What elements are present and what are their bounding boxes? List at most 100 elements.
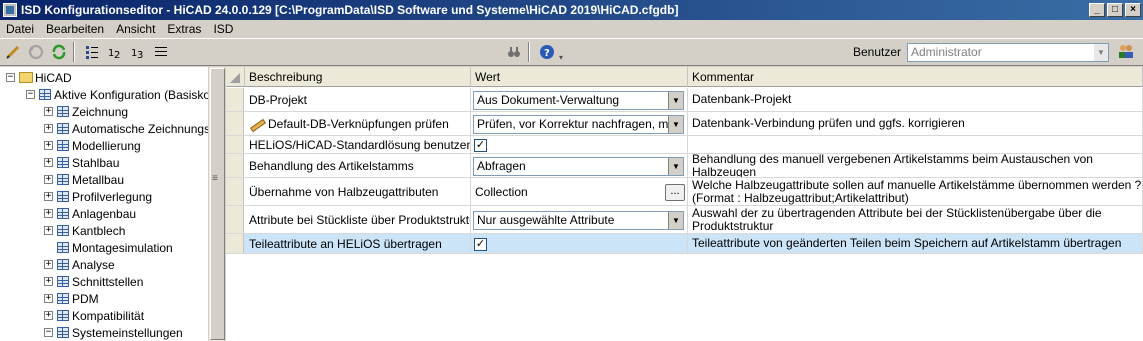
collapse-icon[interactable]: − xyxy=(6,73,15,82)
toolbar-overflow-icon[interactable]: ▾ xyxy=(559,42,565,62)
grid-row[interactable]: Attribute bei Stückliste über Produktstr… xyxy=(226,206,1143,234)
value-dropdown[interactable]: Prüfen, vor Korrektur nachfragen, mit l ▼ xyxy=(473,114,684,134)
tree-item[interactable]: + Zeichnung xyxy=(44,103,128,120)
expand-icon[interactable]: + xyxy=(44,124,53,133)
row-header[interactable] xyxy=(226,112,244,135)
chevron-down-icon[interactable]: ▼ xyxy=(668,115,683,133)
tree-item[interactable]: + Analyse xyxy=(44,256,115,273)
value-checkbox[interactable]: ✓ xyxy=(474,138,487,152)
cell-kommentar: Datenbank-Verbindung prüfen und ggfs. ko… xyxy=(688,112,1143,135)
cell-kommentar: Datenbank-Projekt xyxy=(688,88,1143,111)
expand-icon[interactable]: + xyxy=(44,192,53,201)
tree-item[interactable]: + Anlagenbau xyxy=(44,205,136,222)
expand-icon[interactable]: + xyxy=(44,175,53,184)
user-select-value: Administrator xyxy=(911,45,982,59)
users-button[interactable] xyxy=(1115,42,1137,62)
tree-view-2-button[interactable]: 12 xyxy=(105,42,125,62)
row-header[interactable] xyxy=(226,178,244,205)
expand-icon[interactable]: + xyxy=(44,294,53,303)
maximize-button[interactable]: □ xyxy=(1107,3,1123,17)
tree-item[interactable]: + PDM xyxy=(44,290,99,307)
tree-item[interactable]: − Systemeinstellungen xyxy=(44,324,183,341)
close-button[interactable]: × xyxy=(1125,3,1141,17)
chevron-down-icon[interactable]: ▼ xyxy=(668,157,683,175)
menu-extras[interactable]: Extras xyxy=(161,22,207,36)
tree-view-3-button[interactable]: 13 xyxy=(128,42,148,62)
cell-wert[interactable]: Aus Dokument-Verwaltung ▼ xyxy=(471,88,688,111)
cell-beschreibung: Attribute bei Stückliste über Produktstr… xyxy=(245,206,471,233)
edit-pencil-button[interactable] xyxy=(3,42,23,62)
tree-item[interactable]: + Modellierung xyxy=(44,137,141,154)
tree-item[interactable]: + Kantblech xyxy=(44,222,125,239)
expand-icon[interactable]: + xyxy=(44,260,53,269)
expand-icon[interactable]: + xyxy=(44,311,53,320)
cell-beschreibung: Behandlung des Artikelstamms xyxy=(245,154,471,177)
cell-wert[interactable]: ✓ xyxy=(471,234,688,253)
grid-row[interactable]: Teileattribute an HELiOS übertragen ✓ Teil… xyxy=(226,234,1143,254)
menu-isd[interactable]: ISD xyxy=(207,22,239,36)
expand-icon[interactable]: + xyxy=(44,226,53,235)
expand-icon[interactable]: + xyxy=(44,107,53,116)
cell-wert[interactable]: ✓ xyxy=(471,136,688,153)
refresh-icon xyxy=(52,44,66,60)
tree-item[interactable]: − HiCAD xyxy=(6,69,72,86)
config-tree[interactable]: − HiCAD − Aktive Konfiguration (Basiskonf + Z… xyxy=(0,67,208,341)
tree-view-1-button[interactable] xyxy=(82,42,102,62)
collapse-icon[interactable]: − xyxy=(44,328,53,337)
find-button[interactable] xyxy=(504,42,524,62)
tree-item[interactable]: Montagesimulation xyxy=(44,239,173,256)
undo-button[interactable] xyxy=(26,42,46,62)
chevron-down-icon[interactable]: ▼ xyxy=(1094,43,1108,61)
tree-item[interactable]: + Profilverlegung xyxy=(44,188,152,205)
tree-view-4-button[interactable] xyxy=(151,42,171,62)
column-header-kommentar[interactable]: Kommentar xyxy=(688,67,1143,87)
tree-item[interactable]: + Automatische Zeichnungsal xyxy=(44,120,208,137)
tree-scrollbar[interactable]: ≡ xyxy=(208,67,225,341)
value-dropdown[interactable]: Abfragen ▼ xyxy=(473,156,684,176)
grid-row[interactable]: DB-Projekt Aus Dokument-Verwaltung ▼ Datenb… xyxy=(226,88,1143,112)
tree-item[interactable]: + Stahlbau xyxy=(44,154,119,171)
collapse-icon[interactable]: − xyxy=(26,90,35,99)
cell-wert[interactable]: Abfragen ▼ xyxy=(471,154,688,177)
expand-icon[interactable]: + xyxy=(44,277,53,286)
tree-item[interactable]: + Metallbau xyxy=(44,171,124,188)
row-header[interactable] xyxy=(226,154,244,177)
grid-row[interactable]: Übernahme von Halbzeugattributen Collecti… xyxy=(226,178,1143,206)
grid-row[interactable]: Default-DB-Verknüpfungen prüfen Prüfen, v… xyxy=(226,112,1143,136)
cell-wert[interactable]: Prüfen, vor Korrektur nachfragen, mit l ▼ xyxy=(471,112,688,135)
row-header[interactable] xyxy=(226,234,244,253)
tree-item[interactable]: + Kompatibilität xyxy=(44,307,144,324)
chevron-down-icon[interactable]: ▼ xyxy=(668,91,683,109)
description-text: Behandlung des Artikelstamms xyxy=(249,158,414,173)
menu-ansicht[interactable]: Ansicht xyxy=(110,22,161,36)
cell-wert[interactable]: Collection... xyxy=(471,178,688,205)
tree-item[interactable]: − Aktive Konfiguration (Basiskonf xyxy=(26,86,208,103)
grid-row[interactable]: HELiOS/HiCAD-Standardlösung benutzen ✓ xyxy=(226,136,1143,154)
expand-icon[interactable]: + xyxy=(44,141,53,150)
row-header[interactable] xyxy=(226,206,244,233)
column-header-beschreibung[interactable]: Beschreibung xyxy=(245,67,471,87)
row-header[interactable] xyxy=(226,88,244,111)
tree-item[interactable]: + Schnittstellen xyxy=(44,273,143,290)
value-checkbox[interactable]: ✓ xyxy=(474,237,487,251)
collection-edit-button[interactable]: ... xyxy=(665,183,685,201)
chevron-down-icon[interactable]: ▼ xyxy=(668,211,683,229)
menu-bearbeiten[interactable]: Bearbeiten xyxy=(40,22,110,36)
tree-scrollbar-thumb[interactable] xyxy=(210,68,225,340)
value-dropdown[interactable]: Nur ausgewählte Attribute ▼ xyxy=(473,210,684,230)
corner-triangle-icon xyxy=(230,73,240,83)
user-select[interactable]: Administrator ▼ xyxy=(907,42,1109,62)
row-header[interactable] xyxy=(226,136,244,153)
binoculars-icon xyxy=(508,47,520,57)
column-header-wert[interactable]: Wert xyxy=(471,67,688,87)
refresh-button[interactable] xyxy=(49,42,69,62)
expand-icon[interactable]: + xyxy=(44,209,53,218)
cell-wert[interactable]: Nur ausgewählte Attribute ▼ xyxy=(471,206,688,233)
minimize-button[interactable]: _ xyxy=(1089,3,1105,17)
grid-row[interactable]: Behandlung des Artikelstamms Abfragen ▼ Beh… xyxy=(226,154,1143,178)
svg-text:2: 2 xyxy=(114,50,120,60)
expand-icon[interactable]: + xyxy=(44,158,53,167)
value-dropdown[interactable]: Aus Dokument-Verwaltung ▼ xyxy=(473,90,684,110)
menu-datei[interactable]: Datei xyxy=(0,22,40,36)
help-button[interactable]: ? xyxy=(537,42,557,62)
